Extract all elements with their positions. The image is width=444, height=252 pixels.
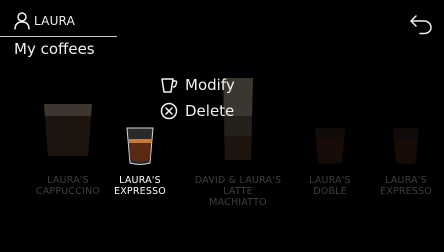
coffee-item[interactable]: LAURA'S CAPPUCCINO [30,104,106,208]
coffee-item-selected[interactable]: LAURA'S EXPRESSO [102,118,178,208]
delete-menu-item[interactable]: Delete [160,100,235,122]
my-coffees-screen: LAURA My coffees LAURA'S CAPPUCCINO LAUR… [0,0,444,252]
coffee-name: LAURA'S EXPRESSO [114,175,166,197]
modify-menu-item[interactable]: Modify [160,74,235,96]
doble-cup-icon [315,128,345,165]
delete-label: Delete [185,102,235,120]
coffee-name: LAURA'S CAPPUCCINO [35,175,101,197]
context-menu: Modify Delete [160,74,235,126]
coffee-name: LAURA'S DOBLE [309,175,351,197]
cup-edit-icon [161,78,178,93]
espresso-cup-icon [393,128,419,165]
back-arrow-icon[interactable] [409,13,433,35]
coffee-name: DAVID & LAURA'S LATTE MACHIATTO [194,175,282,208]
page-title: My coffees [14,40,95,58]
user-icon [14,12,30,30]
user-name: LAURA [34,14,76,28]
user-indicator[interactable]: LAURA [14,12,75,30]
modify-label: Modify [185,76,235,94]
circle-x-icon [160,102,178,120]
header-divider [0,36,117,37]
coffee-item[interactable]: LAURA'S DOBLE [292,118,368,208]
cappuccino-glass-icon [44,104,92,156]
coffee-item[interactable]: DAVID & LAURA'S LATTE MACHIATTO [193,78,283,208]
espresso-cup-icon [126,127,154,165]
coffee-carousel[interactable]: LAURA'S CAPPUCCINO LAURA'S EXPRESSO DAVI… [0,78,444,208]
coffee-item[interactable]: LAURA'S EXPRESSO [368,118,444,208]
coffee-name: LAURA'S EXPRESSO [380,175,432,197]
